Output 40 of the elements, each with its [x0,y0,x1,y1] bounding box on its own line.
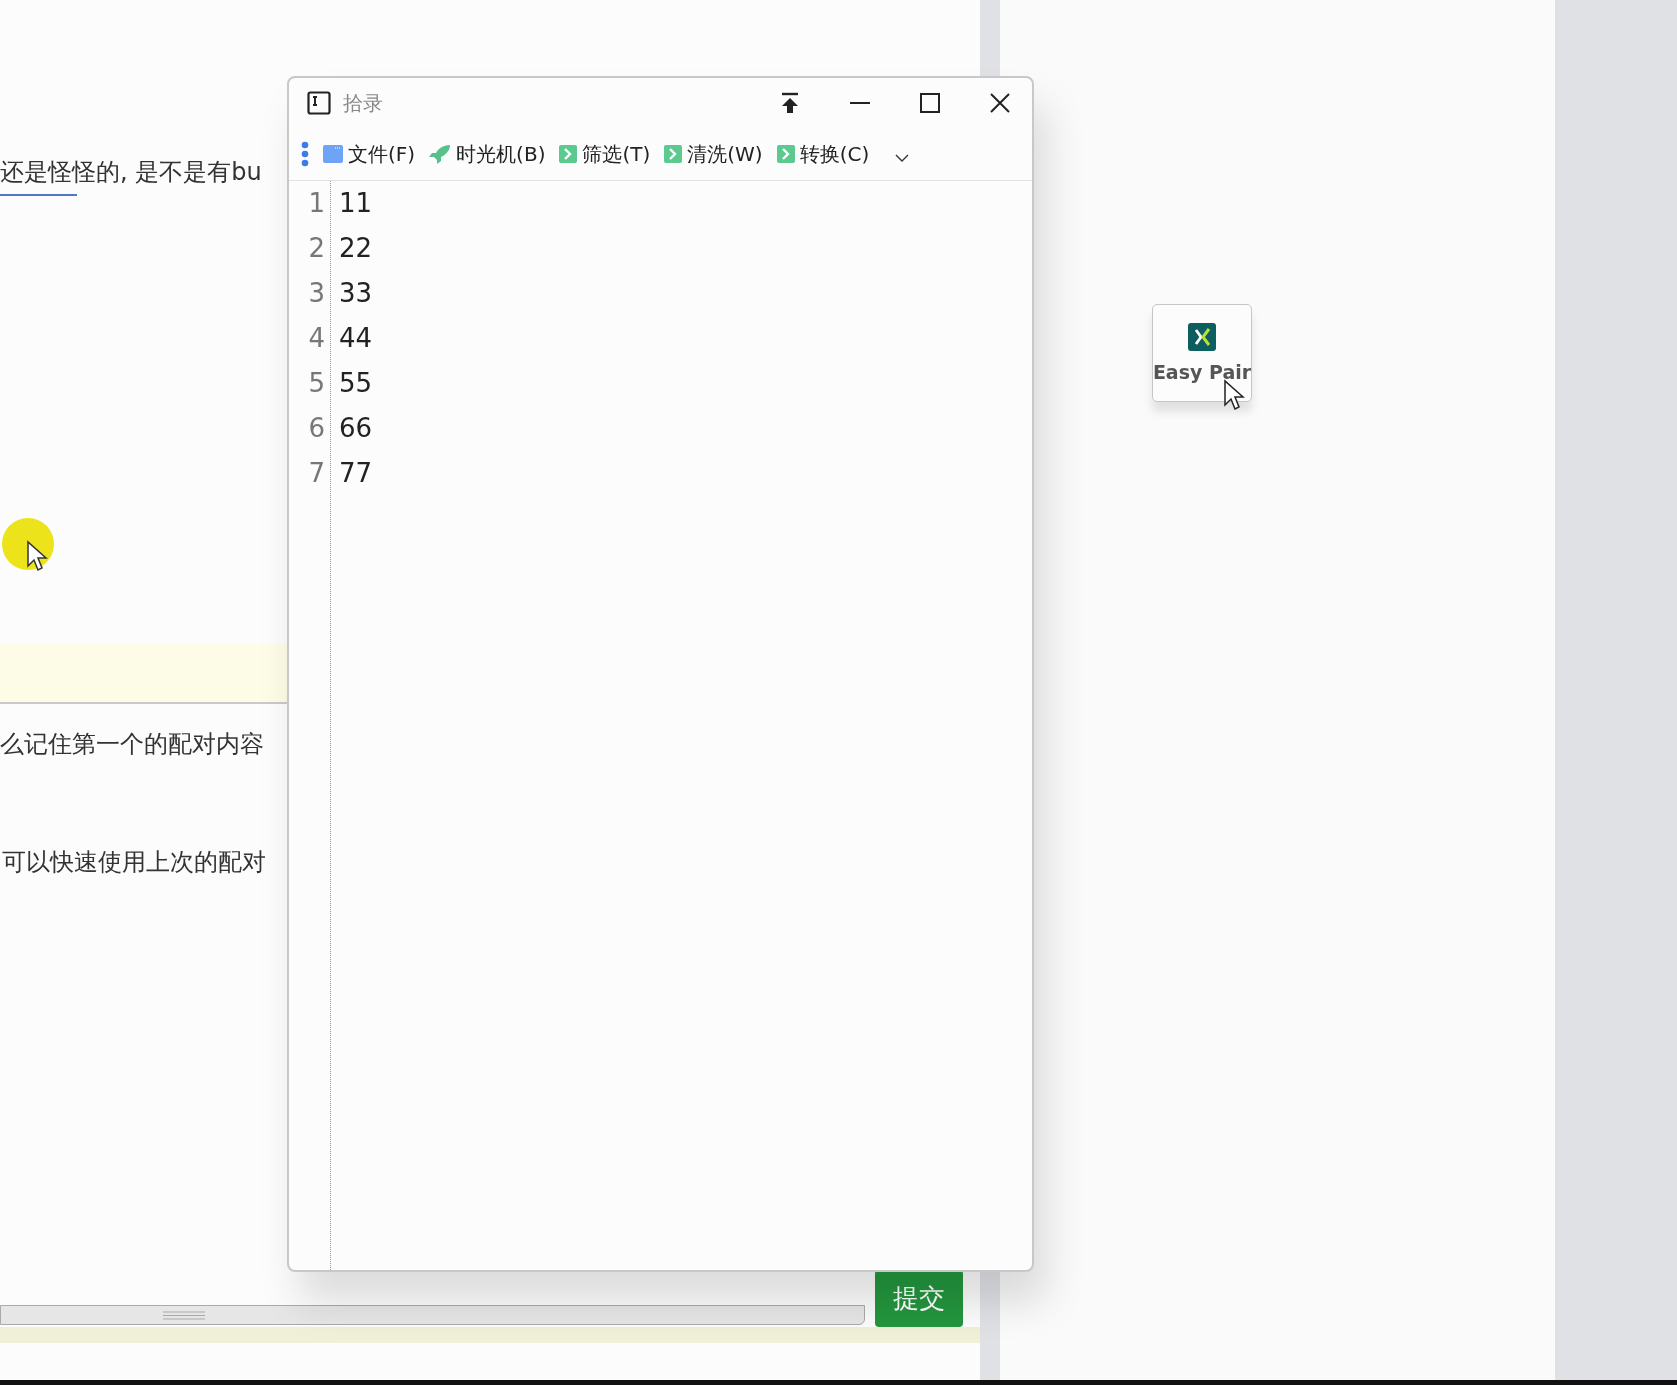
line-number: 1 [307,187,325,220]
editor-line: 77 [339,457,373,490]
editor-line: 55 [339,367,373,400]
editor-line: 44 [339,322,373,355]
minimize-icon[interactable] [850,101,870,105]
comment-text: 么记住第一个的配对内容 [0,729,265,760]
more-options-icon[interactable] [301,141,309,167]
editor-line: 33 [339,277,373,310]
toolbar-menu-item[interactable]: 清洗(W) [664,140,763,168]
chevron-square-icon [776,145,795,163]
app-logo-icon [307,91,331,115]
rocket-icon [429,144,452,164]
pin-icon[interactable] [780,92,800,114]
toolbar-menu-item[interactable]: 转换(C) [776,140,870,168]
comment-text: 可以快速使用上次的配对 [1,847,267,878]
chevron-square-icon [664,145,683,163]
resize-grip-icon[interactable] [163,1310,205,1320]
line-number: 7 [307,457,325,490]
window-title: 拾录 [343,89,383,117]
toolbar-menu-item[interactable]: 时光机(B) [429,140,546,168]
line-number: 6 [307,412,325,445]
line-number: 3 [307,277,325,310]
submit-button[interactable]: 提交 [875,1270,963,1327]
toolbar-menu-item[interactable]: 文件(F) [323,140,416,168]
editor-line: 66 [339,412,373,445]
close-icon[interactable] [990,93,1010,113]
window-icon [323,144,343,164]
toolbar-menu-item[interactable]: 筛选(T) [559,140,651,168]
widget-label: Easy Pair [1152,361,1252,383]
comment-text: 还是怪怪的, 是不是有bu [0,157,263,188]
line-number: 4 [307,322,325,355]
chevron-down-icon[interactable] [895,153,910,163]
line-number: 2 [307,232,325,265]
chevron-square-icon [559,145,578,163]
line-number: 5 [307,367,325,400]
editor-line: 22 [339,232,373,265]
app-logo-icon [1188,323,1216,351]
cursor-icon [1223,379,1245,411]
maximize-icon[interactable] [920,93,940,113]
editor-line: 11 [339,187,373,220]
